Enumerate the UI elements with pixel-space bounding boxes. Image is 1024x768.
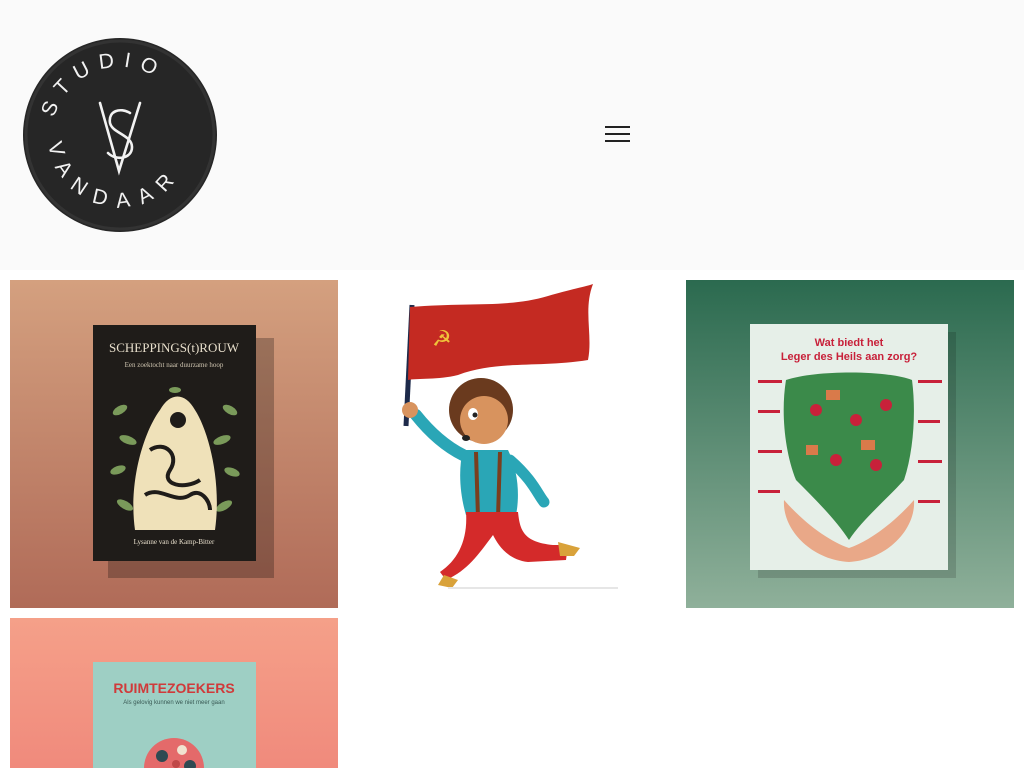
hammer-sickle-icon: ☭ xyxy=(432,326,452,351)
map-illustration-icon xyxy=(783,372,915,562)
book-title: SCHEPPINGS(t)ROUW xyxy=(109,340,240,355)
book-author: Lysanne van de Kamp-Bitter xyxy=(134,538,215,546)
poster-title-line1: Wat biedt het xyxy=(815,337,884,349)
studio-vandaar-logo[interactable]: STUDIO VANDAAR xyxy=(22,37,218,233)
site-header: STUDIO VANDAAR xyxy=(0,0,1024,270)
book-subtitle: Als gelovig kunnen we niet meer gaan xyxy=(123,700,224,706)
portfolio-item-leger-des-heils-poster[interactable]: Wat biedt het Leger des Heils aan zorg? xyxy=(686,280,1014,608)
hamburger-menu-icon[interactable] xyxy=(601,121,633,147)
book-title: RUIMTEZOEKERS xyxy=(113,680,234,696)
book-subtitle: Een zoektocht naar duurzame hoop xyxy=(125,361,224,369)
poster-title-line2: Leger des Heils aan zorg? xyxy=(781,351,918,363)
portfolio-item-scheppingstrouw[interactable]: SCHEPPINGS(t)ROUW Een zoektocht naar duu… xyxy=(10,280,338,608)
portfolio-item-ruimtezoekers[interactable]: RUIMTEZOEKERS Als gelovig kunnen we niet… xyxy=(10,618,338,768)
portfolio-item-flag-boy[interactable]: ☭ xyxy=(348,280,676,608)
